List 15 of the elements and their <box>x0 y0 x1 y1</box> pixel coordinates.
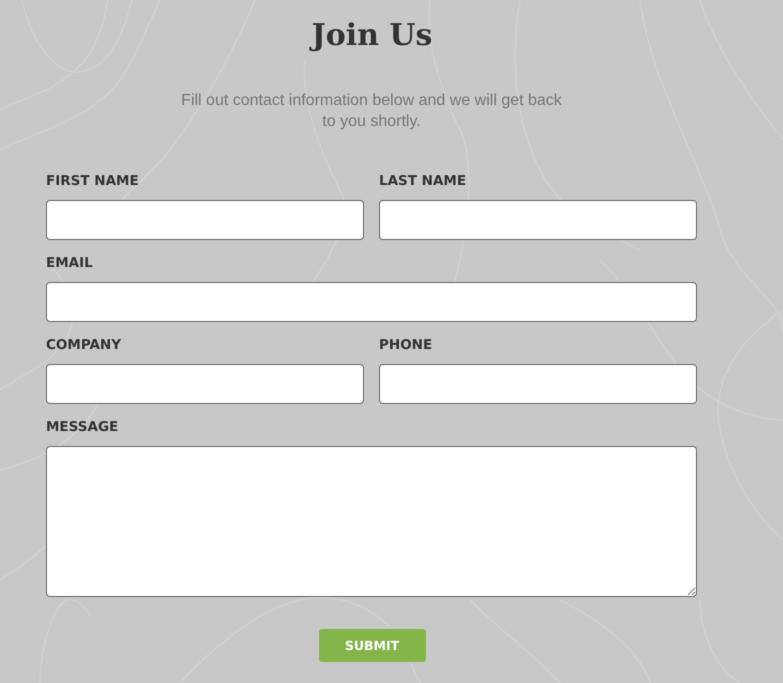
input-field[interactable] <box>46 364 364 404</box>
message-field[interactable] <box>46 446 697 597</box>
field-label: EMAIL <box>46 254 93 272</box>
field-label: FIRST NAME <box>46 172 139 190</box>
input-field[interactable] <box>46 200 364 240</box>
field-label: LAST NAME <box>379 172 466 190</box>
page-title: Join Us <box>297 16 447 56</box>
input-field[interactable] <box>379 364 697 404</box>
input-field[interactable] <box>379 200 697 240</box>
intro-text: Fill out contact information below and we will get back to you shortly. <box>180 91 563 132</box>
field-label: PHONE <box>379 336 432 354</box>
field-label: MESSAGE <box>46 418 118 436</box>
field-label: COMPANY <box>46 336 121 354</box>
input-field[interactable] <box>46 282 697 322</box>
submit-button[interactable]: SUBMIT <box>318 629 426 662</box>
